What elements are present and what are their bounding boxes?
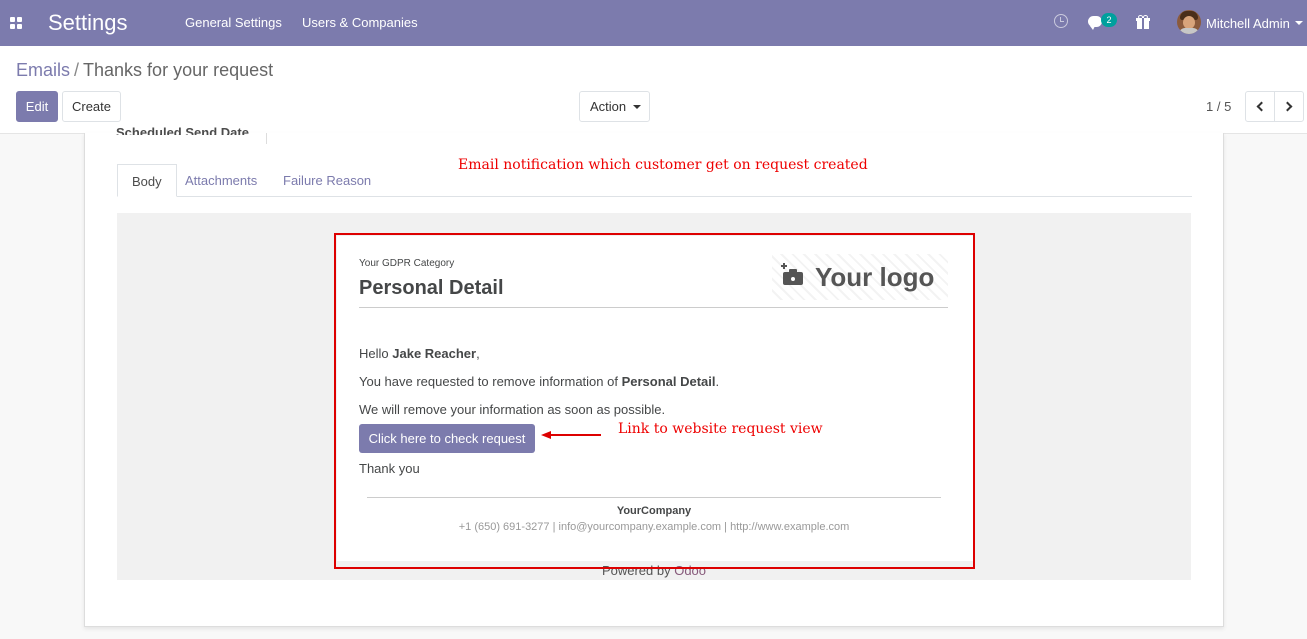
- menu-general-settings[interactable]: General Settings: [185, 15, 282, 30]
- clock-icon[interactable]: [1054, 14, 1068, 28]
- tab-attachments[interactable]: Attachments: [171, 164, 271, 197]
- menu-users-companies[interactable]: Users & Companies: [302, 15, 418, 30]
- annotation-top: Email notification which customer get on…: [458, 157, 868, 173]
- chat-icon[interactable]: [1088, 16, 1102, 30]
- top-navbar: Settings General Settings Users & Compan…: [0, 0, 1307, 46]
- breadcrumb-current: Thanks for your request: [83, 60, 274, 80]
- breadcrumb-emails[interactable]: Emails: [16, 60, 70, 80]
- user-menu[interactable]: Mitchell Admin: [1206, 16, 1290, 31]
- action-caret-icon: [633, 105, 641, 109]
- apps-icon[interactable]: [10, 17, 22, 29]
- pager-value[interactable]: 1 / 5: [1206, 99, 1231, 114]
- tab-failure-reason[interactable]: Failure Reason: [269, 164, 385, 197]
- pager-next-button[interactable]: [1274, 91, 1304, 122]
- pager-previous-button[interactable]: [1245, 91, 1275, 122]
- scheduled-send-date-label: Scheduled Send Date: [116, 127, 249, 135]
- chevron-left-icon: [1256, 101, 1267, 112]
- field-divider: [266, 133, 267, 144]
- create-button[interactable]: Create: [62, 91, 121, 122]
- app-title: Settings: [48, 10, 128, 35]
- annotation-highlight-frame: [334, 233, 975, 569]
- user-caret-icon: [1295, 21, 1303, 25]
- action-dropdown[interactable]: Action: [579, 91, 650, 122]
- avatar[interactable]: [1177, 10, 1201, 34]
- gift-icon[interactable]: [1136, 15, 1150, 29]
- chat-count-badge: 2: [1101, 13, 1117, 27]
- chevron-right-icon: [1282, 101, 1293, 112]
- edit-button[interactable]: Edit: [16, 91, 58, 122]
- breadcrumb: Emails / Thanks for your request: [16, 60, 273, 81]
- action-label: Action: [590, 99, 627, 114]
- tab-body[interactable]: Body: [117, 164, 177, 197]
- breadcrumb-separator: /: [74, 60, 80, 80]
